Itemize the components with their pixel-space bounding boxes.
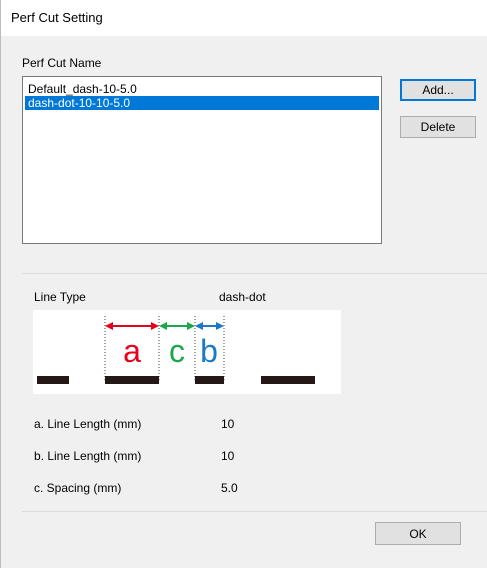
letter-c: c (169, 333, 185, 369)
perf-cut-name-list[interactable]: Default_dash-10-5.0 dash-dot-10-10-5.0 (22, 76, 382, 244)
title-bar: Perf Cut Setting (1, 0, 487, 36)
perf-cut-name-label: Perf Cut Name (22, 56, 102, 70)
delete-button[interactable]: Delete (400, 116, 476, 138)
dash-dot-diagram: a c b (37, 316, 315, 384)
b-line-length-value: 10 (221, 449, 235, 463)
arrow-c (159, 322, 195, 330)
c-spacing-value: 5.0 (221, 481, 238, 495)
line-type-label: Line Type (34, 290, 86, 304)
b-line-length-label: b. Line Length (mm) (34, 449, 142, 463)
dash-segment (261, 376, 315, 384)
letter-a: a (123, 333, 141, 369)
arrow-a (105, 322, 159, 330)
letter-b: b (200, 333, 218, 369)
line-type-illustration: a c b (33, 310, 341, 394)
perf-cut-setting-dialog: Perf Cut Setting Perf Cut Name Default_d… (0, 0, 487, 568)
dash-segment (37, 376, 69, 384)
c-spacing-label: c. Spacing (mm) (34, 481, 122, 495)
dash-segment (105, 376, 159, 384)
arrow-b (195, 322, 224, 330)
a-line-length-value: 10 (221, 417, 235, 431)
list-item-selected[interactable]: dash-dot-10-10-5.0 (25, 96, 379, 110)
add-button[interactable]: Add... (400, 79, 476, 101)
dot-segment (195, 376, 224, 384)
list-item[interactable]: Default_dash-10-5.0 (25, 82, 140, 96)
dialog-title: Perf Cut Setting (11, 10, 103, 25)
ok-button[interactable]: OK (375, 522, 461, 545)
a-line-length-label: a. Line Length (mm) (34, 417, 142, 431)
line-type-value: dash-dot (219, 290, 266, 304)
